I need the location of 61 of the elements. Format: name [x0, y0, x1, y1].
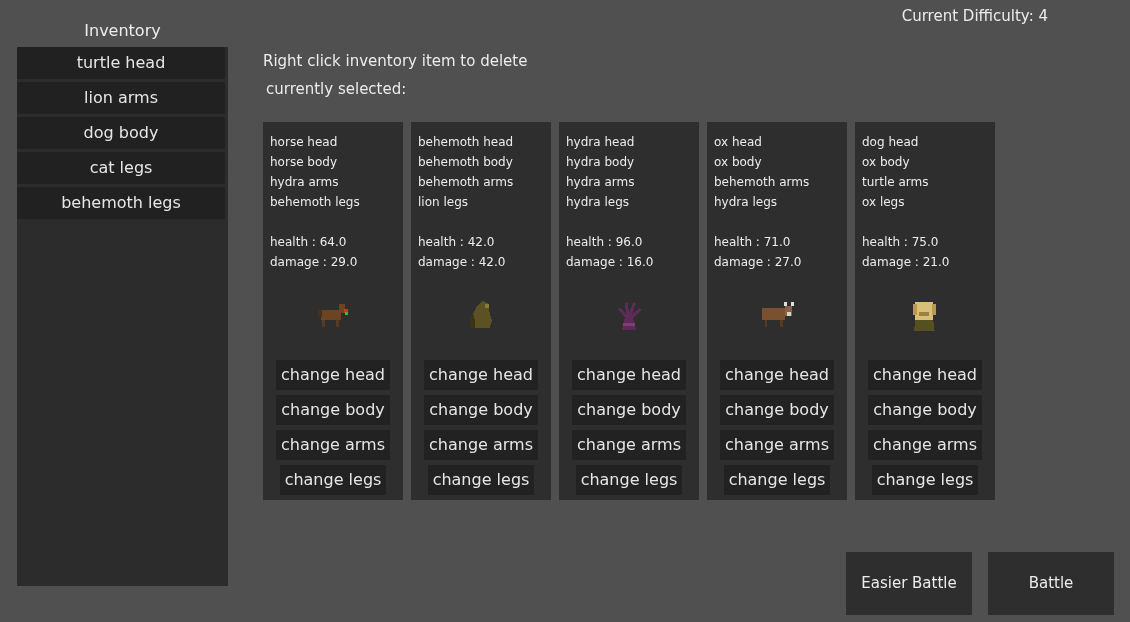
change-part-button[interactable]: change legs — [575, 465, 683, 495]
part-label: hydra body — [565, 154, 636, 171]
health-stat: health : 96.0 — [565, 234, 644, 251]
change-part-button[interactable]: change arms — [720, 430, 834, 460]
part-label: ox body — [861, 154, 911, 171]
change-part-button[interactable]: change arms — [276, 430, 390, 460]
damage-stat: damage : 29.0 — [269, 254, 359, 271]
part-label: behemoth arms — [713, 174, 811, 191]
health-stat: health : 75.0 — [861, 234, 940, 251]
health-stat: health : 64.0 — [269, 234, 348, 251]
damage-stat: damage : 21.0 — [861, 254, 951, 271]
change-part-button[interactable]: change head — [868, 360, 982, 390]
part-label: behemoth legs — [269, 194, 361, 211]
change-part-button[interactable]: change head — [424, 360, 538, 390]
instruction-text: Right click inventory item to delete — [263, 51, 529, 72]
battle-button[interactable]: Easier Battle — [846, 552, 972, 615]
selection-label: currently selected: — [265, 79, 408, 100]
part-label: ox head — [713, 134, 763, 151]
change-part-button[interactable]: change legs — [279, 465, 387, 495]
damage-stat: damage : 27.0 — [713, 254, 803, 271]
damage-stat: damage : 42.0 — [417, 254, 507, 271]
part-label: horse head — [269, 134, 339, 151]
change-part-button[interactable]: change head — [572, 360, 686, 390]
change-part-button[interactable]: change body — [572, 395, 686, 425]
part-label: horse body — [269, 154, 338, 171]
part-label: lion legs — [417, 194, 469, 211]
part-label: behemoth arms — [417, 174, 515, 191]
battle-button[interactable]: Battle — [988, 552, 1114, 615]
change-part-button[interactable]: change body — [868, 395, 982, 425]
part-label: ox legs — [861, 194, 906, 211]
part-label: dog head — [861, 134, 920, 151]
damage-stat: damage : 16.0 — [565, 254, 655, 271]
change-part-button[interactable]: change arms — [424, 430, 538, 460]
change-part-button[interactable]: change legs — [427, 465, 535, 495]
change-part-button[interactable]: change body — [720, 395, 834, 425]
change-part-button[interactable]: change legs — [723, 465, 831, 495]
part-label: turtle arms — [861, 174, 930, 191]
part-label: hydra legs — [565, 194, 630, 211]
health-stat: health : 42.0 — [417, 234, 496, 251]
part-label: behemoth head — [417, 134, 515, 151]
part-label: behemoth body — [417, 154, 514, 171]
change-part-button[interactable]: change body — [276, 395, 390, 425]
part-label: hydra arms — [565, 174, 636, 191]
part-label: hydra arms — [269, 174, 340, 191]
change-part-button[interactable]: change head — [720, 360, 834, 390]
part-label: ox body — [713, 154, 763, 171]
inventory-title: Inventory — [83, 20, 162, 42]
change-part-button[interactable]: change arms — [572, 430, 686, 460]
inventory-item[interactable]: turtle head — [17, 47, 225, 79]
change-part-button[interactable]: change body — [424, 395, 538, 425]
change-part-button[interactable]: change head — [276, 360, 390, 390]
change-part-button[interactable]: change arms — [868, 430, 982, 460]
inventory-item[interactable]: dog body — [17, 117, 225, 149]
health-stat: health : 71.0 — [713, 234, 792, 251]
inventory-item[interactable]: lion arms — [17, 82, 225, 114]
difficulty-label: Current Difficulty: 4 — [901, 6, 1048, 27]
change-part-button[interactable]: change legs — [871, 465, 979, 495]
inventory-item[interactable]: behemoth legs — [17, 187, 225, 219]
part-label: hydra legs — [713, 194, 778, 211]
inventory-item[interactable]: cat legs — [17, 152, 225, 184]
part-label: hydra head — [565, 134, 636, 151]
